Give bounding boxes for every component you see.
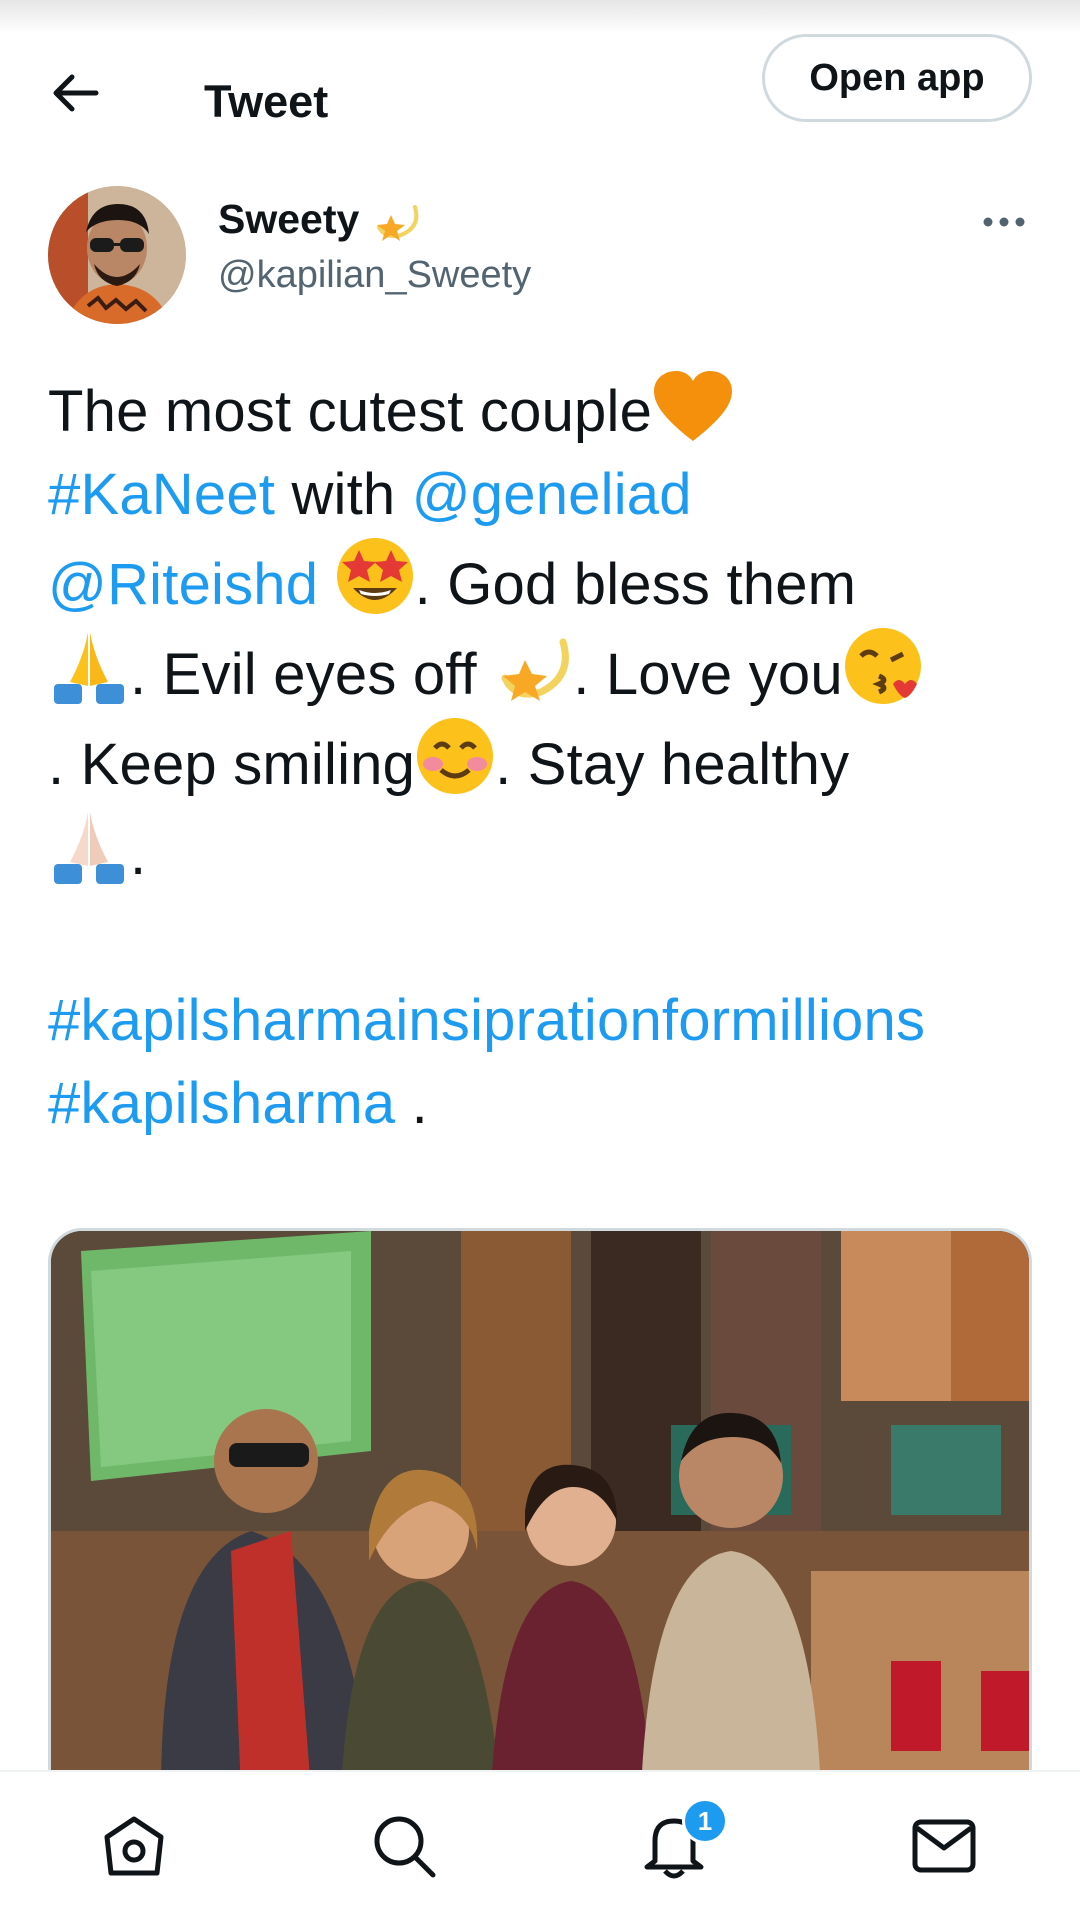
- notification-count-badge: 1: [682, 1798, 728, 1844]
- smiling-blush-emoji-icon: [417, 718, 494, 794]
- tweet-text-segment: .: [395, 1071, 428, 1136]
- kiss-emoji-icon: [844, 628, 921, 704]
- tweet-text-segment: . Love you: [573, 642, 843, 707]
- hashtag-kapilsharma-link[interactable]: #kapilsharma: [48, 1071, 395, 1136]
- mention-riteishd-link[interactable]: @Riteishd: [48, 552, 318, 617]
- tweet-text-segment: The most cutest couple: [48, 379, 653, 444]
- star-struck-emoji-icon: [336, 538, 413, 614]
- tweet-text-segment: . Keep smiling: [48, 732, 416, 797]
- nav-messages[interactable]: [906, 1808, 982, 1884]
- tweet-text-segment: .: [130, 822, 147, 887]
- nav-search[interactable]: [366, 1808, 442, 1884]
- more-options-button[interactable]: [978, 204, 1030, 240]
- tweet-text-segment: . Evil eyes off: [130, 642, 494, 707]
- back-button[interactable]: [40, 58, 110, 128]
- dizzy-emoji-icon: [377, 204, 419, 241]
- bottom-navigation: 1: [0, 1770, 1080, 1922]
- display-name[interactable]: Sweety: [218, 196, 421, 243]
- tweet-text-segment: . Stay healthy: [495, 732, 850, 797]
- mention-geneliad-link[interactable]: @geneliad: [412, 462, 692, 527]
- top-app-bar: Tweet Open app: [0, 34, 1080, 154]
- open-app-button[interactable]: Open app: [762, 34, 1032, 122]
- photo-image: [51, 1231, 1029, 1788]
- status-bar-edge: [0, 0, 1080, 34]
- hashtag-kapilsharmainsiprationformillions-link[interactable]: #kapilsharmainsiprationformillions: [48, 988, 925, 1053]
- back-arrow-icon: [53, 74, 99, 112]
- avatar-image: [48, 186, 186, 324]
- tweet-text-segment: . God bless them: [414, 552, 857, 617]
- orange-heart-emoji-icon: [654, 371, 733, 441]
- author-handle[interactable]: @kapilian_Sweety: [218, 254, 531, 297]
- tweet-media-photo[interactable]: [48, 1228, 1032, 1788]
- tweet-text-segment: with: [275, 462, 412, 527]
- page-title: Tweet: [204, 76, 329, 127]
- folded-hands-emoji-icon: [54, 812, 124, 884]
- display-name-text: Sweety: [218, 196, 360, 242]
- search-icon: [374, 1816, 436, 1878]
- nav-home[interactable]: [96, 1808, 172, 1884]
- more-icon: [983, 217, 1025, 227]
- folded-hands-emoji-icon: [54, 632, 124, 704]
- messages-icon: [912, 1819, 976, 1873]
- dizzy-emoji-icon: [501, 638, 570, 701]
- avatar[interactable]: [48, 186, 186, 324]
- home-icon: [104, 1816, 164, 1876]
- tweet-text: The most cutest couple #KaNeet with @gen…: [48, 370, 1038, 1145]
- hashtag-kaneet-link[interactable]: #KaNeet: [48, 462, 275, 527]
